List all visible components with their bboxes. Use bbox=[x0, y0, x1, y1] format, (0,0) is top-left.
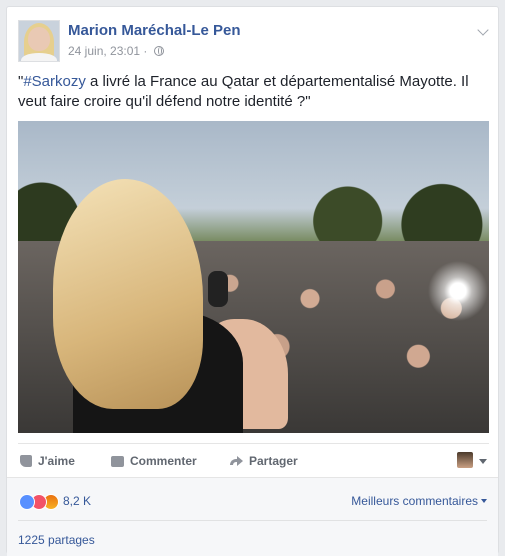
hashtag-link[interactable]: #Sarkozy bbox=[23, 73, 86, 90]
post-meta: 24 juin, 23:01 · bbox=[68, 44, 164, 58]
shares-count[interactable]: 1225 partages bbox=[18, 533, 95, 547]
share-icon bbox=[230, 456, 243, 467]
caret-down-icon bbox=[481, 499, 487, 503]
top-comments-dropdown[interactable]: Meilleurs commentaires bbox=[351, 494, 487, 508]
comment-label: Commenter bbox=[130, 454, 197, 468]
post-text: "#Sarkozy a livré la France au Qatar et … bbox=[18, 72, 488, 112]
like-reaction-icon[interactable] bbox=[19, 494, 35, 510]
share-label: Partager bbox=[249, 454, 298, 468]
comment-button[interactable]: Commenter bbox=[111, 454, 197, 468]
chevron-down-icon[interactable] bbox=[477, 24, 489, 36]
like-label: J'aime bbox=[38, 454, 75, 468]
globe-icon[interactable] bbox=[153, 46, 164, 56]
avatar-face bbox=[28, 27, 50, 51]
post-text-body: a livré la France au Qatar et départemen… bbox=[18, 73, 469, 110]
photo-microphone bbox=[208, 271, 228, 307]
top-comments-label: Meilleurs commentaires bbox=[351, 494, 478, 508]
reaction-count[interactable]: 8,2 K bbox=[63, 494, 91, 508]
viewer-avatar[interactable] bbox=[457, 452, 473, 468]
divider bbox=[18, 520, 487, 521]
post-photo[interactable] bbox=[18, 121, 489, 433]
post-card: Marion Maréchal-Le Pen 24 juin, 23:01 · … bbox=[6, 6, 499, 556]
comment-icon bbox=[111, 456, 124, 467]
viewer-caret-icon[interactable] bbox=[479, 459, 487, 464]
post-timestamp[interactable]: 24 juin, 23:01 bbox=[68, 44, 140, 58]
page-avatar[interactable] bbox=[18, 20, 60, 62]
like-button[interactable]: J'aime bbox=[20, 454, 75, 468]
page-name-link[interactable]: Marion Maréchal-Le Pen bbox=[68, 22, 241, 39]
reactions-section: 8,2 K Meilleurs commentaires 1225 partag… bbox=[7, 477, 498, 556]
photo-light-glow bbox=[428, 261, 488, 321]
avatar-shoulders bbox=[21, 53, 57, 61]
meta-separator: · bbox=[143, 44, 148, 58]
share-button[interactable]: Partager bbox=[230, 454, 298, 468]
action-bar: J'aime Commenter Partager bbox=[18, 443, 489, 478]
like-icon bbox=[20, 455, 32, 467]
post-header: Marion Maréchal-Le Pen 24 juin, 23:01 · bbox=[18, 20, 489, 64]
